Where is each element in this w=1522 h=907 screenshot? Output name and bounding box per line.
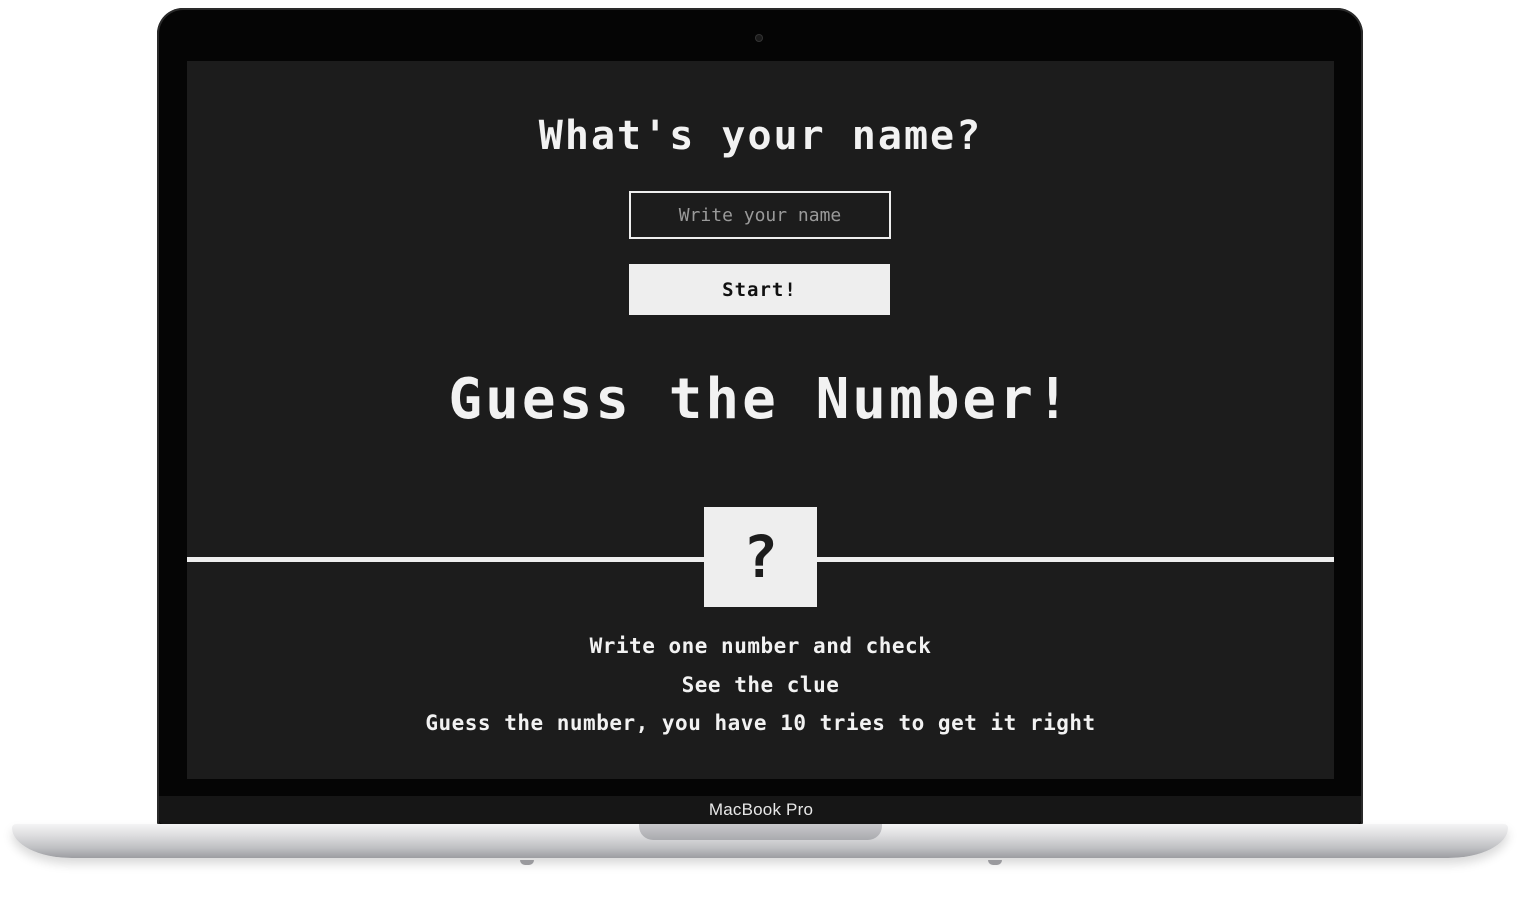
laptop-mockup: What's your name? Start! Guess the Numbe… [0,0,1522,907]
app-screen: What's your name? Start! Guess the Numbe… [187,61,1334,779]
game-title: Guess the Number! [448,367,1073,432]
question-mark-icon: ? [743,523,778,591]
laptop-foot [520,860,534,865]
instruction-item: Guess the number, you have 10 tries to g… [425,711,1096,735]
start-button[interactable]: Start! [629,264,890,315]
instruction-item: Write one number and check [589,634,932,658]
laptop-foot [988,860,1002,865]
instruction-item: See the clue [681,672,840,697]
secret-number-box: ? [704,507,817,607]
instructions-list: Write one number and check See the clue … [187,631,1334,747]
webcam-icon [755,34,763,42]
name-prompt-title: What's your name? [538,113,983,159]
laptop-notch [639,824,882,840]
name-input[interactable] [629,191,891,239]
device-label: MacBook Pro [708,800,814,819]
